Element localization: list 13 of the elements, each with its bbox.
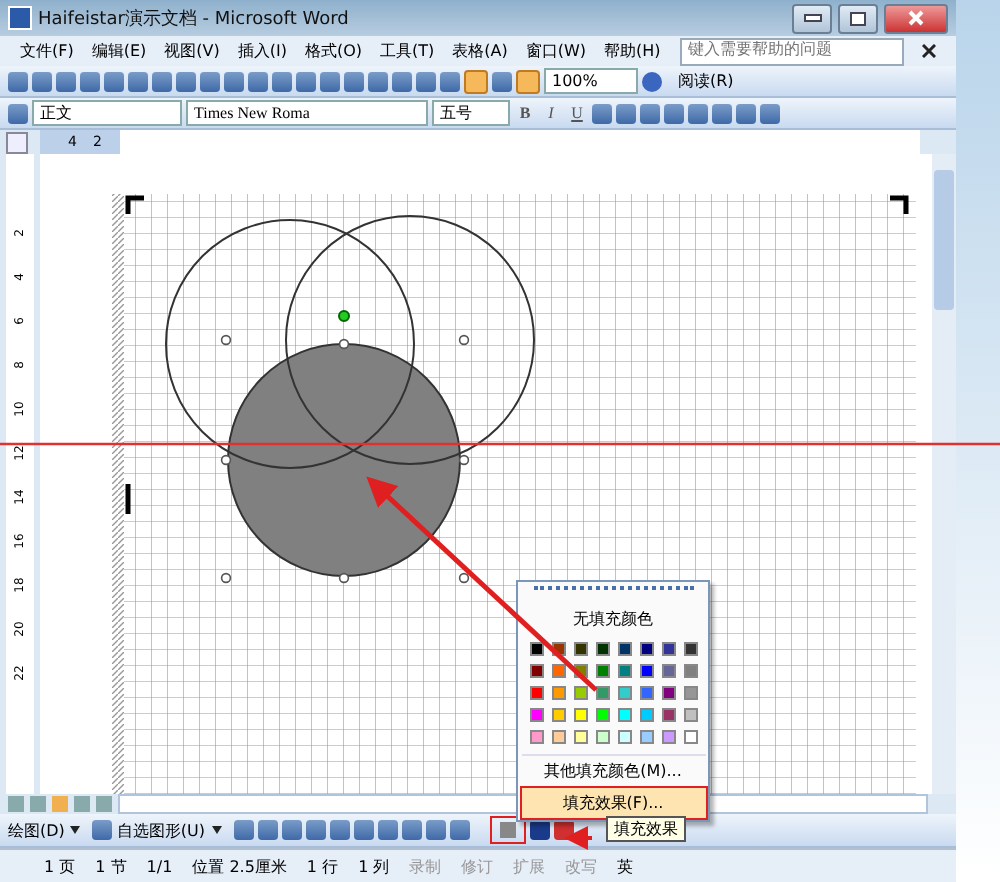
status-item: 1/1 [146,857,173,875]
status-item: 改写 [565,855,598,877]
status-item: 1 列 [358,855,390,877]
status-item: 位置 2.5厘米 [192,855,287,877]
status-item: 修订 [461,855,494,877]
status-item: 1 节 [95,855,127,877]
status-item: 录制 [409,855,442,877]
window-title: Haifeistar演示文档 - Microsoft Word [38,7,351,31]
tooltip: 填充效果 [606,816,686,842]
status-item: 扩展 [513,855,546,877]
status-item: 1 行 [306,855,339,877]
status-item: 英 [617,855,634,877]
status-item: 1 页 [44,855,76,877]
